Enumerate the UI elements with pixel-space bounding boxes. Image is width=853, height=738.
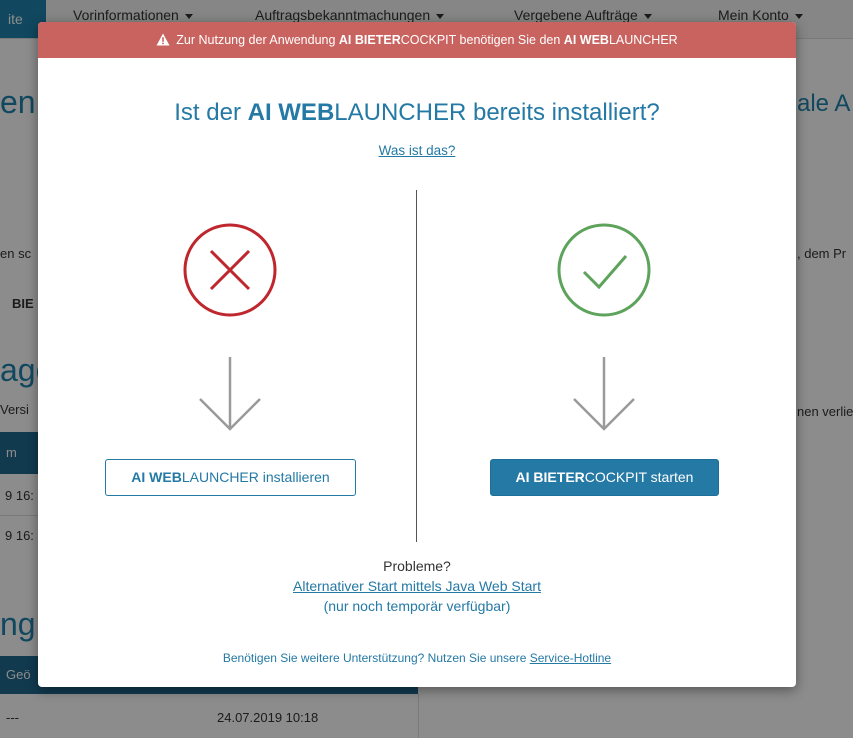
arrow-down-icon [199, 357, 261, 431]
temporary-note: (nur noch temporär verfügbar) [323, 598, 511, 614]
alert-app-rest: COCKPIT [400, 33, 457, 47]
modal-title: Ist der AI WEBLAUNCHER bereits installie… [174, 99, 660, 126]
java-web-start-link[interactable]: Alternativer Start mittels Java Web Star… [293, 578, 541, 594]
what-is-this-link[interactable]: Was ist das? [379, 143, 456, 158]
cross-circle-icon [183, 223, 277, 317]
alert-launcher-rest: LAUNCHER [608, 33, 678, 47]
alert-text-prefix: Zur Nutzung der Anwendung [176, 33, 339, 47]
arrow-down-icon [573, 357, 635, 431]
what-is-this-link-wrap: Was ist das? [38, 143, 796, 158]
start-bietercockpit-button[interactable]: AI BIETERCOCKPIT starten [490, 459, 719, 496]
support-text: Benötigen Sie weitere Unterstützung? Nut… [222, 651, 530, 665]
alert-text-middle: benötigen Sie den [456, 33, 564, 47]
alert-launcher-bold: AI WEB [563, 33, 609, 47]
check-circle-icon [557, 223, 651, 317]
support-footer: Benötigen Sie weitere Unterstützung? Nut… [38, 651, 796, 665]
weblauncher-modal: Zur Nutzung der Anwendung AI BIETERCOCKP… [38, 22, 796, 687]
alert-app-bold: AI BIETER [338, 33, 401, 47]
service-hotline-link[interactable]: Service-Hotline [530, 651, 611, 665]
alert-banner: Zur Nutzung der Anwendung AI BIETERCOCKP… [38, 22, 796, 58]
problems-section: Probleme? Alternativer Start mittels Jav… [38, 556, 796, 616]
install-weblauncher-button[interactable]: AI WEBLAUNCHER installieren [105, 459, 356, 496]
problems-label: Probleme? [383, 558, 451, 574]
warning-icon [156, 33, 170, 46]
column-divider [416, 190, 417, 542]
